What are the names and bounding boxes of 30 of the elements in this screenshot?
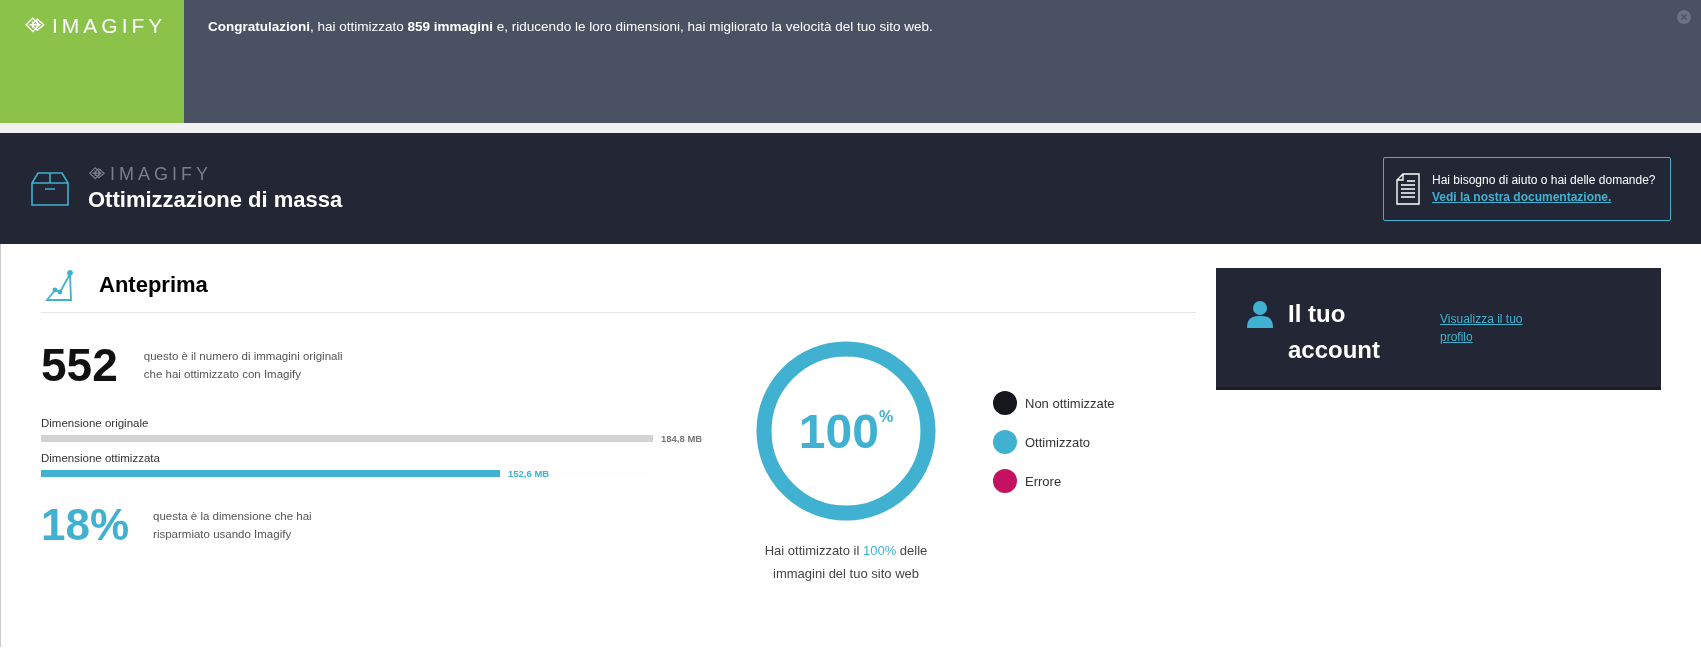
document-icon [1396,172,1420,205]
legend-label: Non ottimizzate [1025,395,1115,411]
highlighted-percent: 100% [862,543,897,558]
saved-description: questa è la dimensione che hai risparmiato usando Imagify [153,509,313,542]
account-title: Il tuo account [1288,299,1381,365]
section-title: Anteprima [99,272,208,298]
count-description: questo è il numero di immagini originali che hai ottimizzato con Imagify [143,349,344,382]
percent-value: 100% [798,403,894,459]
help-text: Hai bisogno di aiuto o hai delle domande? [1432,172,1656,187]
size-label: Dimensione ottimizzata [41,452,161,464]
notice-message: Congratulazioni, hai ottimizzato 859 immagini e, riducendo le loro dimensioni, hai migliorato la velocità del tuo sito web. [207,18,933,36]
logo-text: IMAGIFY [110,164,212,183]
box-icon [30,170,70,207]
size-reading: 184,8 MB [661,433,703,444]
logo-icon [88,166,106,181]
size-reading: 152,6 MB [508,468,550,479]
saved-percent: 18% [41,501,130,549]
logo-text: IMAGIFY [52,16,167,36]
caption-text: Hai ottimizzato il 100% delle immagini del tuo sito web [763,542,929,583]
legend-label: Errore [1025,473,1062,489]
page-title: Ottimizzazione di massa [88,186,343,213]
logo-icon [24,16,46,34]
size-label: Dimensione originale [41,417,150,429]
profile-link[interactable]: Visualizza il tuo profilo [1440,310,1540,387]
close-icon[interactable] [1677,10,1691,24]
images-count: 552 [41,341,118,389]
legend-label: Ottimizzato [1025,434,1090,450]
chart-icon [45,268,75,302]
documentation-link[interactable]: Vedi la nostra documentazione. [1432,189,1612,204]
user-icon [1246,300,1274,328]
